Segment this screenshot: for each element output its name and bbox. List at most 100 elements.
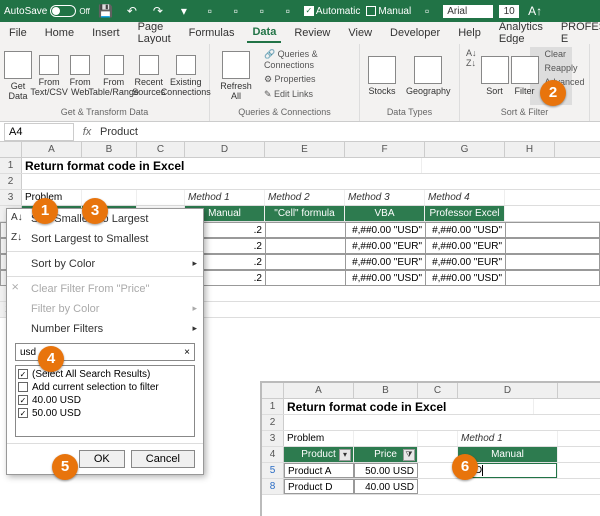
col-header[interactable]: D	[458, 383, 558, 398]
cell[interactable]: Method 3	[345, 190, 425, 205]
cell[interactable]: "Cell" formula	[265, 206, 345, 221]
sort-color-item[interactable]: Sort by Color▸	[7, 254, 203, 274]
automatic-checkbox[interactable]: ✓Automatic	[304, 6, 360, 17]
dropdown-icon[interactable]: ▾	[339, 449, 351, 461]
save-icon[interactable]: 💾	[96, 4, 116, 18]
sort-asc-icon: A↓	[11, 212, 23, 223]
cell[interactable]: Method 1	[185, 190, 265, 205]
cell[interactable]: #,##0.00 "USD"	[426, 223, 506, 237]
cell[interactable]: Product D	[284, 479, 354, 494]
undo-icon[interactable]: ↶	[122, 4, 142, 18]
qat-icon[interactable]: ▫	[200, 4, 220, 18]
col-header[interactable]: A	[22, 142, 82, 157]
cell[interactable]: Problem	[284, 431, 354, 446]
list-item[interactable]: ✓50.00 USD	[18, 407, 192, 420]
queries-link[interactable]: 🔗 Queries & Connections	[262, 48, 353, 71]
qat-icon[interactable]: ▫	[417, 4, 437, 18]
number-filters-item[interactable]: Number Filters▸	[7, 319, 203, 339]
cell[interactable]: 50.00 USD	[354, 463, 418, 478]
col-header[interactable]: C	[137, 142, 185, 157]
tab-formulas[interactable]: Formulas	[184, 24, 240, 42]
tab-help[interactable]: Help	[453, 24, 486, 42]
manual-checkbox[interactable]: Manual	[366, 6, 411, 17]
clear-filter-item: ⨯Clear Filter From "Price"	[7, 279, 203, 299]
col-header[interactable]: B	[82, 142, 137, 157]
tab-review[interactable]: Review	[289, 24, 335, 42]
clear-filter-link[interactable]: Clear	[543, 48, 587, 60]
qat-icon[interactable]: ▾	[174, 4, 194, 18]
cell[interactable]: #,##0.00 "USD"	[346, 223, 426, 237]
name-box[interactable]	[4, 123, 74, 141]
col-header[interactable]: A	[284, 383, 354, 398]
cell[interactable]: #,##0.00 "USD"	[346, 271, 426, 285]
cell[interactable]: VBA	[345, 206, 425, 221]
tab-view[interactable]: View	[343, 24, 377, 42]
cell[interactable]: Method 1	[458, 431, 558, 446]
formula-bar[interactable]: Product	[96, 125, 600, 139]
recent-sources-button[interactable]: Recent Sources	[133, 46, 164, 105]
filter-list[interactable]: ✓(Select All Search Results) Add current…	[15, 365, 195, 437]
from-csv-button[interactable]: From Text/CSV	[34, 46, 64, 105]
list-item[interactable]: Add current selection to filter	[18, 381, 192, 394]
col-header[interactable]: H	[505, 142, 555, 157]
tab-developer[interactable]: Developer	[385, 24, 445, 42]
qat-icon[interactable]: ▫	[226, 4, 246, 18]
funnel-icon	[511, 56, 539, 84]
col-header[interactable]: E	[265, 142, 345, 157]
edit-links-link[interactable]: ✎ Edit Links	[262, 88, 353, 101]
sort-button[interactable]: Sort	[481, 46, 509, 105]
cell[interactable]: 40.00 USD	[354, 479, 418, 494]
col-header[interactable]: F	[345, 142, 425, 157]
list-item[interactable]: ✓40.00 USD	[18, 394, 192, 407]
cell[interactable]: #,##0.00 "USD"	[426, 271, 506, 285]
tab-insert[interactable]: Insert	[87, 24, 125, 42]
clear-search-icon[interactable]: ×	[184, 347, 190, 358]
font-name-box[interactable]: Arial	[443, 5, 493, 18]
filter-active-icon[interactable]: ⧩	[403, 449, 415, 461]
get-data-button[interactable]: Get Data	[4, 46, 32, 105]
autosave-toggle[interactable]: AutoSave Off	[4, 5, 90, 17]
qat-icon[interactable]: ▫	[278, 4, 298, 18]
cancel-button[interactable]: Cancel	[131, 450, 195, 468]
cell[interactable]: #,##0.00 "EUR"	[426, 239, 506, 253]
font-size-box[interactable]: 10	[499, 5, 519, 18]
cell[interactable]: Return format code in Excel	[284, 399, 534, 414]
header-price[interactable]: Price⧩	[354, 447, 418, 462]
callout-badge-4: 4	[38, 346, 64, 372]
callout-badge-5: 5	[52, 454, 78, 480]
tab-home[interactable]: Home	[40, 24, 79, 42]
cell[interactable]: #,##0.00 "EUR"	[346, 255, 426, 269]
col-header[interactable]: C	[418, 383, 458, 398]
stocks-button[interactable]: Stocks	[364, 46, 400, 105]
ok-button[interactable]: OK	[79, 450, 125, 468]
cell[interactable]: Professor Excel	[425, 206, 505, 221]
font-grow-icon[interactable]: A↑	[525, 4, 545, 18]
properties-link[interactable]: ⚙ Properties	[262, 73, 353, 86]
fx-icon[interactable]: fx	[78, 126, 96, 138]
cell[interactable]: Product A	[284, 463, 354, 478]
filter-button[interactable]: Filter	[511, 46, 539, 105]
callout-badge-6: 6	[452, 454, 478, 480]
refresh-all-button[interactable]: Refresh All	[214, 46, 258, 105]
tab-file[interactable]: File	[4, 24, 32, 42]
from-table-button[interactable]: From Table/Range	[96, 46, 131, 105]
reapply-link[interactable]: Reapply	[543, 62, 587, 74]
col-header[interactable]: B	[354, 383, 418, 398]
cell[interactable]	[266, 223, 346, 237]
header-product[interactable]: Product▾	[284, 447, 354, 462]
group-label: Queries & Connections	[214, 105, 355, 119]
redo-icon[interactable]: ↷	[148, 4, 168, 18]
group-label: Sort & Filter	[464, 105, 585, 119]
cell[interactable]: #,##0.00 "EUR"	[426, 255, 506, 269]
sort-desc-item[interactable]: Z↓Sort Largest to Smallest	[7, 229, 203, 249]
col-header[interactable]: D	[185, 142, 265, 157]
existing-conn-button[interactable]: Existing Connections	[166, 46, 205, 105]
title-cell[interactable]: Return format code in Excel	[22, 158, 422, 173]
col-header[interactable]: G	[425, 142, 505, 157]
cell[interactable]: Method 4	[425, 190, 505, 205]
cell[interactable]: Method 2	[265, 190, 345, 205]
tab-data[interactable]: Data	[247, 23, 281, 43]
geography-button[interactable]: Geography	[402, 46, 455, 105]
cell[interactable]: #,##0.00 "EUR"	[346, 239, 426, 253]
qat-icon[interactable]: ▫	[252, 4, 272, 18]
